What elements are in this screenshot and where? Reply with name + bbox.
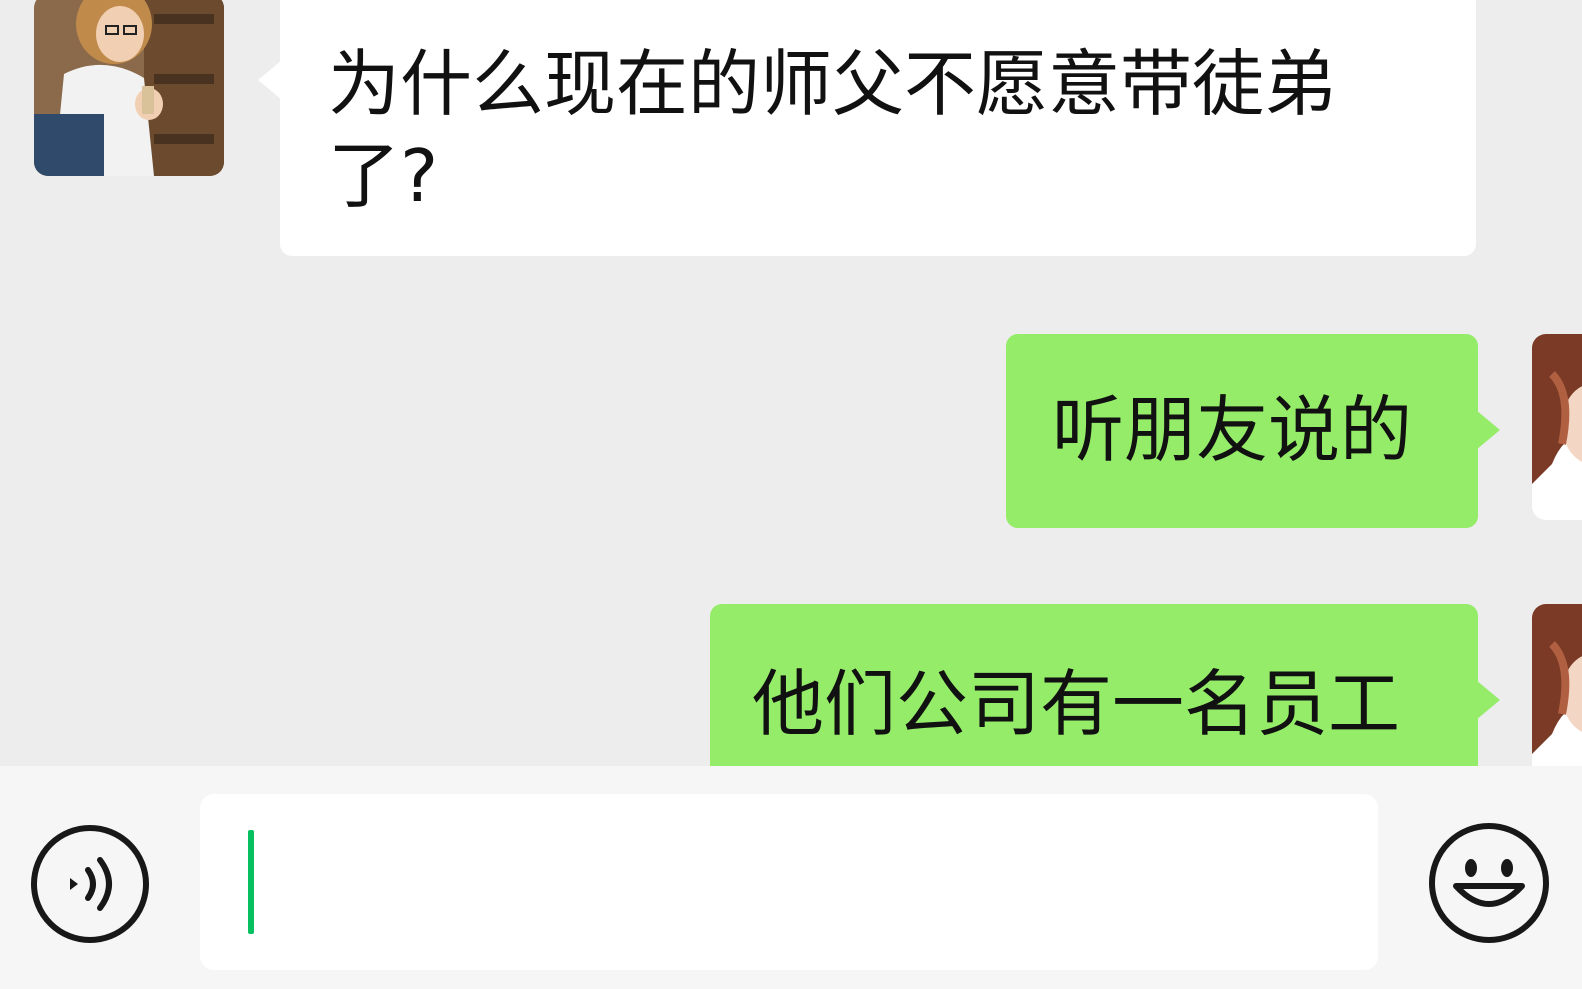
- user-avatar[interactable]: [1532, 334, 1582, 520]
- incoming-message-bubble[interactable]: 为什么现在的师父不愿意带徒弟了?: [258, 0, 1476, 256]
- contact-avatar-photo: [34, 0, 224, 176]
- bubble-tail: [1476, 680, 1500, 720]
- text-cursor: [248, 830, 254, 934]
- message-input[interactable]: [200, 794, 1378, 970]
- emoji-icon[interactable]: [1428, 822, 1550, 944]
- message-text: 为什么现在的师父不愿意带徒弟了?: [328, 42, 1337, 218]
- outgoing-message-bubble[interactable]: 听朋友说的: [1006, 334, 1500, 528]
- user-avatar[interactable]: [1532, 604, 1582, 766]
- bubble-tail: [1476, 410, 1500, 450]
- bubble-tail: [258, 60, 282, 100]
- contact-avatar[interactable]: [34, 0, 224, 176]
- outgoing-message-bubble[interactable]: 他们公司有一名员工: [710, 604, 1500, 766]
- voice-icon[interactable]: [30, 824, 150, 944]
- user-avatar-photo: [1532, 604, 1582, 766]
- user-avatar-photo: [1532, 334, 1582, 520]
- message-text: 听朋友说的: [1052, 388, 1413, 472]
- chat-input-bar: [0, 766, 1582, 989]
- message-text: 他们公司有一名员工: [752, 662, 1401, 746]
- chat-message-list[interactable]: 为什么现在的师父不愿意带徒弟了? 听朋友说的 他们公司有一名员工: [0, 0, 1582, 766]
